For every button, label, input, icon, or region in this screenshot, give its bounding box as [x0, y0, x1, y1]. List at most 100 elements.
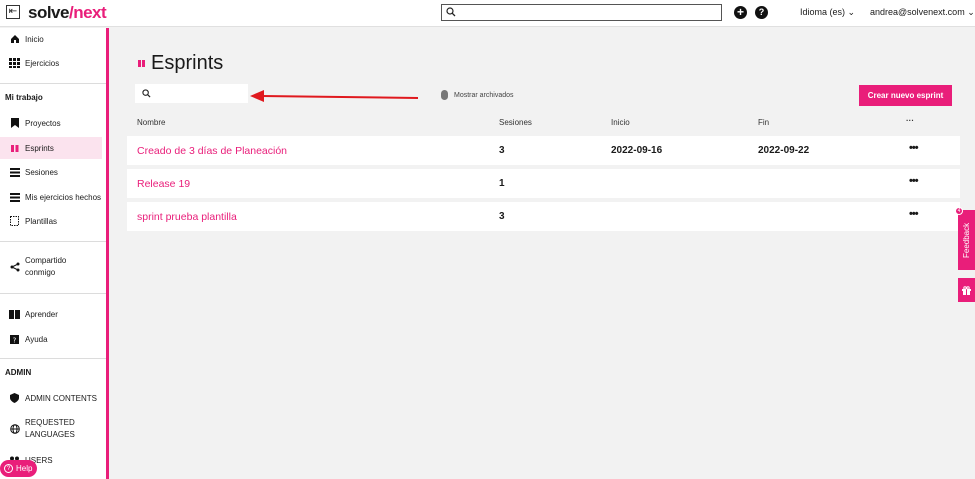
logo-part2: /next: [68, 3, 107, 22]
start-date: 2022-09-16: [611, 145, 663, 156]
sidebar-item-ayuda[interactable]: ? Ayuda: [0, 328, 102, 350]
book-icon: [9, 309, 20, 320]
sidebar-item-label: Proyectos: [25, 118, 61, 128]
sidebar-item-label: Plantillas: [25, 216, 58, 226]
template-icon: [9, 216, 20, 227]
divider: [0, 293, 106, 294]
user-email: andrea@solvenext.com: [870, 7, 965, 17]
sidebar-item-label: Esprints: [25, 143, 54, 153]
label-line2: LANGUAGES: [25, 430, 75, 439]
feedback-tab[interactable]: Feedback: [958, 210, 975, 270]
global-search-input[interactable]: [441, 4, 722, 21]
show-archived-toggle[interactable]: Mostrar archivados: [441, 90, 514, 100]
sprint-icon: [9, 143, 20, 154]
column-header-start[interactable]: Inicio: [611, 118, 630, 127]
column-header-end[interactable]: Fin: [758, 118, 769, 127]
collapse-sidebar-button[interactable]: ⇤: [6, 5, 20, 19]
gift-button[interactable]: [958, 278, 975, 302]
help-button[interactable]: ? Help: [0, 460, 37, 477]
divider: [0, 358, 106, 359]
grid-icon: [9, 58, 20, 69]
sidebar-item-label: Ejercicios: [25, 58, 60, 68]
search-icon: [446, 7, 456, 17]
home-icon: [9, 34, 20, 45]
list-icon: [9, 192, 20, 203]
annotation-arrow: [250, 90, 419, 102]
sessions-count: 3: [499, 211, 505, 222]
sprint-name-link[interactable]: Release 19: [137, 178, 190, 190]
share-icon: [9, 262, 20, 273]
gift-icon: [962, 285, 971, 295]
user-menu[interactable]: andrea@solvenext.com ⌄: [870, 7, 975, 18]
table-row[interactable]: sprint prueba plantilla 3 •••: [127, 202, 960, 231]
row-more-button[interactable]: •••: [909, 208, 919, 220]
chevron-down-icon: ⌄: [847, 7, 856, 17]
section-title-admin: ADMIN: [5, 368, 32, 377]
page-title-text: Esprints: [151, 52, 224, 74]
sidebar-accent-border: [106, 28, 109, 479]
sprint-search-input[interactable]: [135, 84, 248, 103]
sidebar-item-esprints[interactable]: Esprints: [0, 137, 102, 159]
table-row[interactable]: Creado de 3 días de Planeación 3 2022-09…: [127, 136, 960, 165]
sprint-name-link[interactable]: Creado de 3 días de Planeación: [137, 145, 287, 157]
sidebar-item-plantillas[interactable]: Plantillas: [0, 210, 102, 232]
sidebar-item-label: Aprender: [25, 309, 58, 319]
sidebar-item-label: REQUESTED LANGUAGES: [25, 417, 75, 441]
help-icon: ?: [9, 334, 20, 345]
end-date: 2022-09-22: [758, 145, 810, 156]
sidebar-item-label: Ayuda: [25, 334, 48, 344]
sidebar-item-proyectos[interactable]: Proyectos: [0, 112, 102, 134]
sidebar-item-sesiones[interactable]: Sesiones: [0, 161, 102, 183]
add-button[interactable]: +: [734, 6, 747, 19]
page-title: Esprints: [138, 52, 223, 75]
language-label: Idioma (es): [800, 7, 846, 17]
label-line2: conmigo: [25, 268, 56, 277]
label-line1: REQUESTED: [25, 418, 75, 427]
help-label: Help: [16, 464, 33, 473]
row-more-button[interactable]: •••: [909, 175, 919, 187]
divider: [0, 83, 106, 84]
svg-text:?: ?: [13, 336, 17, 344]
sidebar-item-inicio[interactable]: Inicio: [0, 28, 102, 50]
sprint-icon: [138, 60, 145, 67]
sidebar-item-label: ADMIN CONTENTS: [25, 393, 97, 403]
bookmark-icon: [9, 118, 20, 129]
column-header-name[interactable]: Nombre: [137, 118, 165, 127]
sidebar: Inicio Ejercicios Mi trabajo Proyectos E…: [0, 28, 106, 479]
sidebar-item-label: Sesiones: [25, 167, 58, 177]
column-header-sessions[interactable]: Sesiones: [499, 118, 532, 127]
section-title-mi-trabajo: Mi trabajo: [5, 93, 43, 102]
question-icon: ?: [4, 464, 13, 473]
list-icon: [9, 167, 20, 178]
sidebar-item-label: Mis ejercicios hechos: [25, 192, 102, 202]
toggle-switch[interactable]: [441, 90, 448, 100]
language-dropdown[interactable]: Idioma (es) ⌄: [800, 7, 855, 18]
globe-icon: [9, 424, 20, 435]
sidebar-item-label: Compartido conmigo: [25, 255, 66, 279]
table-row[interactable]: Release 19 1 •••: [127, 169, 960, 198]
label-line1: Compartido: [25, 256, 67, 265]
sessions-count: 3: [499, 145, 505, 156]
logo[interactable]: solve/next: [28, 3, 107, 23]
help-icon[interactable]: ?: [755, 6, 768, 19]
sidebar-item-admin-contents[interactable]: ADMIN CONTENTS: [0, 387, 102, 409]
row-more-button[interactable]: •••: [909, 142, 919, 154]
shield-icon: [9, 393, 20, 404]
top-bar: ⇤ solve/next + ? Idioma (es) ⌄ andrea@so…: [0, 0, 975, 27]
feedback-badge: 4: [955, 207, 963, 215]
feedback-label: Feedback: [962, 222, 971, 258]
logo-part1: solve: [28, 3, 69, 22]
sidebar-item-ejercicios[interactable]: Ejercicios: [0, 52, 102, 74]
archived-label: Mostrar archivados: [454, 91, 514, 99]
sidebar-item-requested-languages[interactable]: REQUESTED LANGUAGES: [0, 415, 102, 443]
sidebar-item-label: Inicio: [25, 34, 44, 44]
sessions-count: 1: [499, 178, 505, 189]
sidebar-item-aprender[interactable]: Aprender: [0, 303, 102, 325]
sidebar-item-mis-ejercicios[interactable]: Mis ejercicios hechos: [0, 186, 102, 208]
create-sprint-button[interactable]: Crear nuevo esprint: [859, 85, 952, 106]
column-header-more[interactable]: ···: [906, 116, 914, 125]
sprint-name-link[interactable]: sprint prueba plantilla: [137, 211, 237, 223]
search-icon: [142, 89, 151, 98]
sidebar-item-compartido[interactable]: Compartido conmigo: [0, 253, 102, 281]
chevron-down-icon: ⌄: [967, 7, 975, 17]
